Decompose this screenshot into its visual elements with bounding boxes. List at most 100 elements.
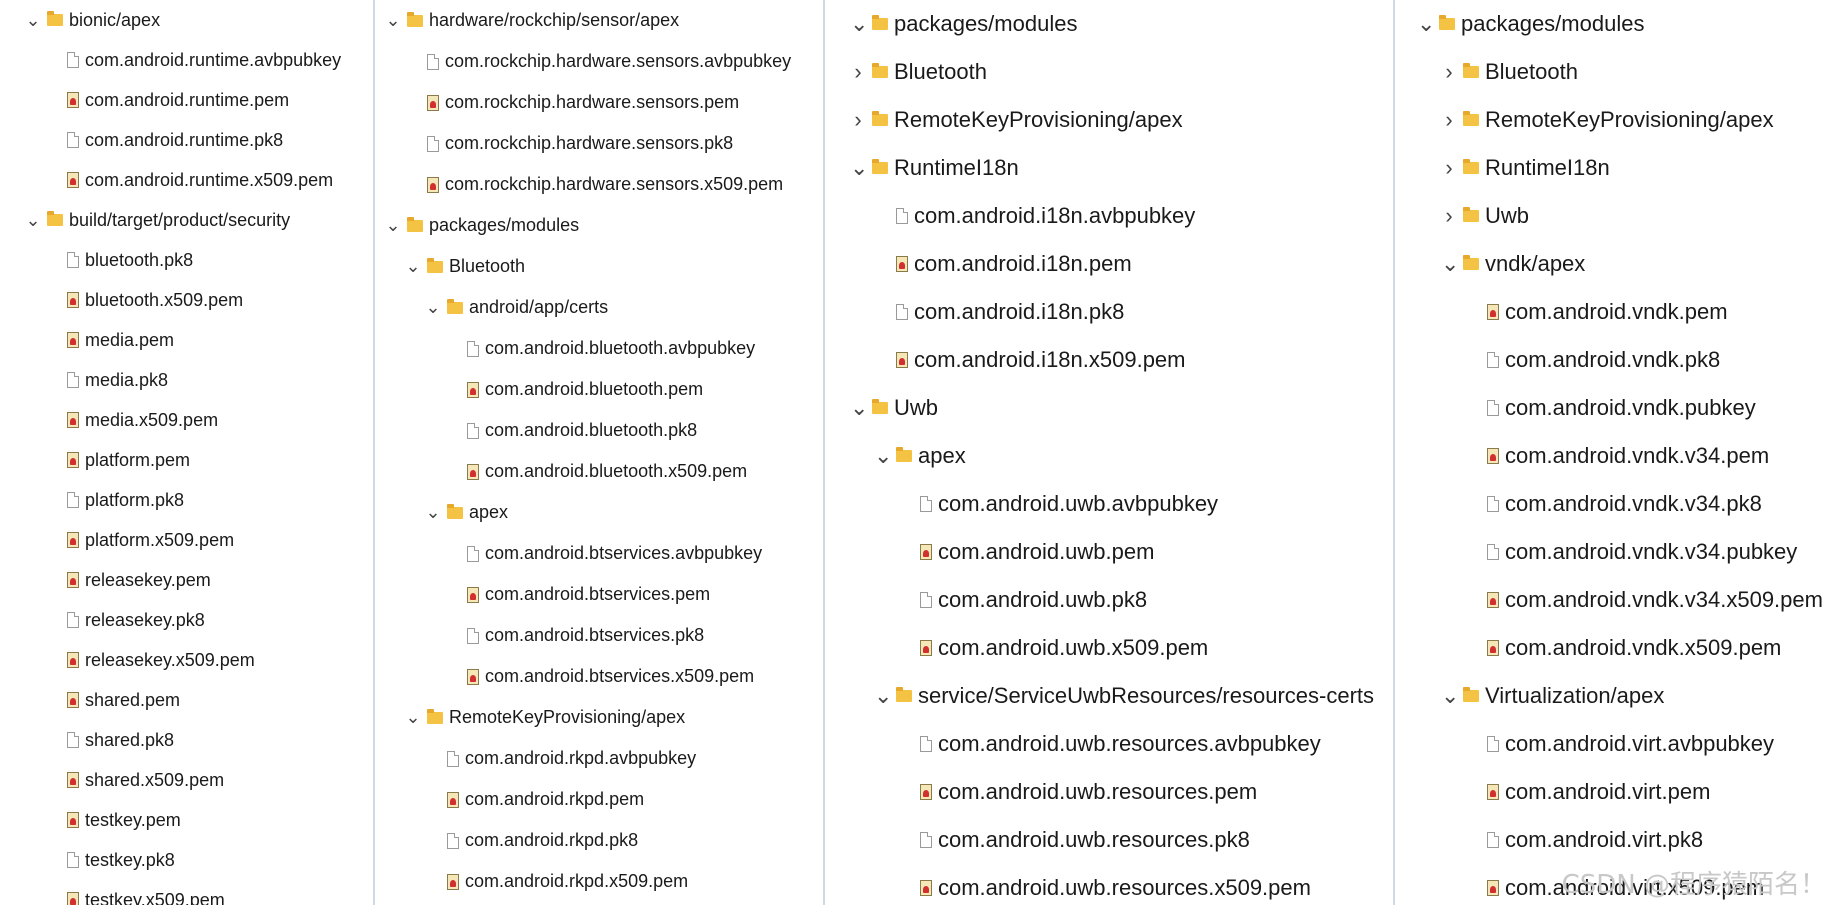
tree-folder-row[interactable]: ⌄ hardware/rockchip/sensor/apex [375, 0, 823, 41]
chevron-down-icon[interactable]: ⌄ [25, 10, 41, 31]
chevron-down-icon[interactable]: ⌄ [1417, 11, 1435, 37]
chevron-down-icon[interactable]: ⌄ [850, 11, 868, 37]
tree-folder-row[interactable]: ⌄ apex [825, 432, 1393, 480]
chevron-down-icon[interactable]: ⌄ [425, 297, 441, 318]
tree-file-row[interactable]: com.android.btservices.pem [375, 574, 823, 615]
tree-file-row[interactable]: shared.x509.pem [0, 760, 373, 800]
tree-file-row[interactable]: com.android.virt.pk8 [1395, 816, 1834, 864]
chevron-down-icon[interactable]: ⌄ [405, 256, 421, 277]
tree-folder-row[interactable]: › RuntimeI18n [1395, 144, 1834, 192]
tree-file-row[interactable]: com.android.virt.pem [1395, 768, 1834, 816]
tree-file-row[interactable]: com.android.vndk.x509.pem [1395, 624, 1834, 672]
tree-file-row[interactable]: com.android.bluetooth.pem [375, 369, 823, 410]
tree-file-row[interactable]: platform.x509.pem [0, 520, 373, 560]
tree-file-row[interactable]: com.android.bluetooth.avbpubkey [375, 328, 823, 369]
tree-file-row[interactable]: com.android.vndk.v34.pk8 [1395, 480, 1834, 528]
tree-file-row[interactable]: com.android.virt.avbpubkey [1395, 720, 1834, 768]
tree-file-row[interactable]: com.android.vndk.v34.x509.pem [1395, 576, 1834, 624]
tree-file-row[interactable]: testkey.pk8 [0, 840, 373, 880]
chevron-down-icon[interactable]: ⌄ [385, 215, 401, 236]
tree-folder-row[interactable]: ⌄ Virtualization/apex [1395, 672, 1834, 720]
tree-file-row[interactable]: com.rockchip.hardware.sensors.pem [375, 82, 823, 123]
tree-folder-row[interactable]: › Uwb [1395, 192, 1834, 240]
tree-file-row[interactable]: testkey.x509.pem [0, 880, 373, 905]
tree-file-row[interactable]: platform.pem [0, 440, 373, 480]
tree-file-row[interactable]: testkey.pem [0, 800, 373, 840]
tree-file-row[interactable]: com.android.i18n.avbpubkey [825, 192, 1393, 240]
tree-file-row[interactable]: com.android.i18n.x509.pem [825, 336, 1393, 384]
chevron-down-icon[interactable]: ⌄ [850, 155, 868, 181]
tree-file-row[interactable]: com.android.vndk.pk8 [1395, 336, 1834, 384]
tree-file-row[interactable]: com.android.vndk.pubkey [1395, 384, 1834, 432]
chevron-down-icon[interactable]: ⌄ [850, 395, 868, 421]
chevron-down-icon[interactable]: ⌄ [25, 210, 41, 231]
tree-file-row[interactable]: releasekey.x509.pem [0, 640, 373, 680]
tree-folder-row[interactable]: ⌄ packages/modules [375, 205, 823, 246]
chevron-down-icon[interactable]: ⌄ [385, 10, 401, 31]
tree-file-row[interactable]: com.rockchip.hardware.sensors.x509.pem [375, 164, 823, 205]
tree-file-row[interactable]: com.android.btservices.pk8 [375, 615, 823, 656]
tree-folder-row[interactable]: ⌄ android/app/certs [375, 287, 823, 328]
chevron-down-icon[interactable]: ⌄ [1441, 251, 1459, 277]
tree-file-row[interactable]: com.android.rkpd.pem [375, 779, 823, 820]
tree-file-row[interactable]: com.android.rkpd.avbpubkey [375, 738, 823, 779]
tree-folder-row[interactable]: ⌄ Uwb [825, 384, 1393, 432]
tree-folder-row[interactable]: ⌄ RemoteKeyProvisioning/apex [375, 697, 823, 738]
tree-file-row[interactable]: com.android.bluetooth.x509.pem [375, 451, 823, 492]
tree-folder-row[interactable]: ⌄ packages/modules [825, 0, 1393, 48]
tree-file-row[interactable]: com.android.uwb.resources.pem [825, 768, 1393, 816]
chevron-right-icon[interactable]: › [1441, 155, 1457, 181]
chevron-right-icon[interactable]: › [1441, 107, 1457, 133]
tree-folder-row[interactable]: ⌄ bionic/apex [0, 0, 373, 40]
tree-folder-row[interactable]: ⌄ packages/modules [1395, 0, 1834, 48]
tree-file-row[interactable]: com.rockchip.hardware.sensors.pk8 [375, 123, 823, 164]
tree-file-row[interactable]: com.android.uwb.resources.avbpubkey [825, 720, 1393, 768]
tree-file-row[interactable]: releasekey.pk8 [0, 600, 373, 640]
tree-file-row[interactable]: media.x509.pem [0, 400, 373, 440]
tree-folder-row[interactable]: ⌄ build/target/product/security [0, 200, 373, 240]
tree-file-row[interactable]: com.android.vndk.v34.pem [1395, 432, 1834, 480]
tree-folder-row[interactable]: ⌄ RuntimeI18n [825, 144, 1393, 192]
tree-folder-row[interactable]: › RemoteKeyProvisioning/apex [825, 96, 1393, 144]
tree-file-row[interactable]: com.android.i18n.pem [825, 240, 1393, 288]
tree-file-row[interactable]: com.android.btservices.x509.pem [375, 656, 823, 697]
chevron-right-icon[interactable]: › [850, 59, 866, 85]
tree-folder-row[interactable]: ⌄ Bluetooth [375, 246, 823, 287]
tree-file-row[interactable]: com.android.uwb.pem [825, 528, 1393, 576]
tree-file-row[interactable]: com.android.uwb.x509.pem [825, 624, 1393, 672]
tree-file-row[interactable]: com.android.uwb.pk8 [825, 576, 1393, 624]
tree-folder-row[interactable]: ⌄ vndk/apex [1395, 240, 1834, 288]
tree-file-row[interactable]: com.android.vndk.pem [1395, 288, 1834, 336]
chevron-down-icon[interactable]: ⌄ [425, 502, 441, 523]
tree-folder-row[interactable]: ⌄ apex [375, 492, 823, 533]
tree-file-row[interactable]: com.android.runtime.x509.pem [0, 160, 373, 200]
chevron-down-icon[interactable]: ⌄ [405, 707, 421, 728]
tree-file-row[interactable]: platform.pk8 [0, 480, 373, 520]
tree-folder-row[interactable]: ⌄ service/ServiceUwbResources/resources-c… [825, 672, 1393, 720]
tree-file-row[interactable]: com.android.i18n.pk8 [825, 288, 1393, 336]
tree-folder-row[interactable]: › Bluetooth [825, 48, 1393, 96]
tree-file-row[interactable]: com.android.runtime.avbpubkey [0, 40, 373, 80]
tree-file-row[interactable]: com.android.rkpd.pk8 [375, 820, 823, 861]
tree-file-row[interactable]: com.android.runtime.pk8 [0, 120, 373, 160]
tree-file-row[interactable]: com.android.bluetooth.pk8 [375, 410, 823, 451]
chevron-right-icon[interactable]: › [1441, 59, 1457, 85]
tree-file-row[interactable]: releasekey.pem [0, 560, 373, 600]
tree-file-row[interactable]: shared.pem [0, 680, 373, 720]
tree-file-row[interactable]: bluetooth.x509.pem [0, 280, 373, 320]
tree-file-row[interactable]: com.android.btservices.avbpubkey [375, 533, 823, 574]
chevron-down-icon[interactable]: ⌄ [874, 683, 892, 709]
tree-file-row[interactable]: com.android.runtime.pem [0, 80, 373, 120]
tree-file-row[interactable]: com.android.uwb.resources.x509.pem [825, 864, 1393, 905]
tree-file-row[interactable]: com.android.vndk.v34.pubkey [1395, 528, 1834, 576]
tree-file-row[interactable]: media.pem [0, 320, 373, 360]
tree-file-row[interactable]: media.pk8 [0, 360, 373, 400]
chevron-down-icon[interactable]: ⌄ [1441, 683, 1459, 709]
tree-file-row[interactable]: com.android.rkpd.x509.pem [375, 861, 823, 902]
chevron-right-icon[interactable]: › [850, 107, 866, 133]
tree-file-row[interactable]: com.android.uwb.avbpubkey [825, 480, 1393, 528]
tree-folder-row[interactable]: › RemoteKeyProvisioning/apex [1395, 96, 1834, 144]
chevron-right-icon[interactable]: › [1441, 203, 1457, 229]
tree-file-row[interactable]: bluetooth.pk8 [0, 240, 373, 280]
tree-file-row[interactable]: shared.pk8 [0, 720, 373, 760]
